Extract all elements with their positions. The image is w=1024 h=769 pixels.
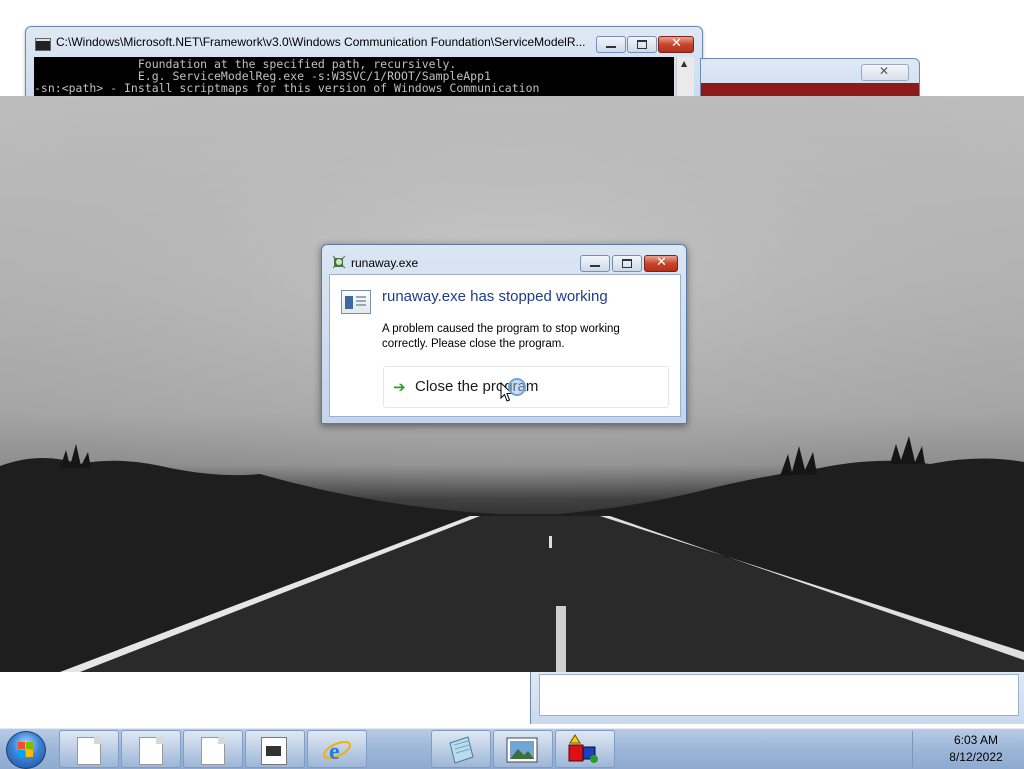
minimize-icon xyxy=(590,265,600,267)
console-icon xyxy=(35,38,51,51)
background-window-lower[interactable] xyxy=(530,672,1024,724)
close-icon: ✕ xyxy=(879,64,890,78)
minimize-icon xyxy=(606,46,616,48)
scroll-up-icon[interactable]: ▲ xyxy=(681,59,687,68)
taskbar-item-notepad[interactable] xyxy=(431,730,491,768)
taskbar-item-shapes-app[interactable] xyxy=(555,730,615,768)
taskbar-item-image-viewer[interactable] xyxy=(493,730,553,768)
document-icon xyxy=(77,737,101,765)
dialog-heading: runaway.exe has stopped working xyxy=(382,288,608,305)
internet-explorer-icon: e xyxy=(323,739,351,765)
document-icon xyxy=(201,737,225,765)
svg-text:e: e xyxy=(329,739,340,765)
background-close-button[interactable]: ✕ xyxy=(861,64,909,81)
close-program-button[interactable]: ➔ Close the program xyxy=(383,366,669,408)
close-icon: ✕ xyxy=(656,255,667,270)
clock-date[interactable]: 8/12/2022 xyxy=(936,750,1016,764)
minimize-button[interactable] xyxy=(596,36,626,53)
taskbar-item-console[interactable] xyxy=(245,730,305,768)
close-icon: ✕ xyxy=(671,36,682,51)
console-line: -sn:<path> - Install scriptmaps for this… xyxy=(34,81,540,95)
dialog-minimize-button[interactable] xyxy=(580,255,610,272)
console-window-title: C:\Windows\Microsoft.NET\Framework\v3.0\… xyxy=(56,35,586,49)
console-app-icon xyxy=(261,737,287,765)
maximize-icon xyxy=(637,40,647,49)
tray-separator xyxy=(912,731,913,767)
background-window-lower-content xyxy=(539,674,1019,716)
image-viewer-icon xyxy=(506,737,538,763)
taskbar-item-internet-explorer[interactable]: e xyxy=(307,730,367,768)
dialog-message: A problem caused the program to stop wor… xyxy=(382,323,620,350)
dialog-maximize-button[interactable] xyxy=(612,255,642,272)
taskbar: e xyxy=(0,728,1024,769)
taskbar-item-document[interactable] xyxy=(121,730,181,768)
close-button[interactable]: ✕ xyxy=(658,36,694,53)
windows-logo-icon xyxy=(18,742,25,749)
maximize-icon xyxy=(622,259,632,268)
notepad-icon xyxy=(449,736,474,764)
busy-spinner-icon xyxy=(508,378,526,396)
document-icon xyxy=(139,737,163,765)
green-arrow-icon: ➔ xyxy=(393,378,406,396)
start-button[interactable] xyxy=(6,731,46,769)
shapes-app-icon xyxy=(568,734,598,763)
taskbar-item-document[interactable] xyxy=(183,730,243,768)
taskbar-item-document[interactable] xyxy=(59,730,119,768)
dialog-close-button[interactable]: ✕ xyxy=(644,255,678,272)
program-error-icon xyxy=(332,255,346,269)
maximize-button[interactable] xyxy=(627,36,657,53)
clock-time[interactable]: 6:03 AM xyxy=(936,733,1016,747)
dialog-title: runaway.exe xyxy=(351,256,419,270)
program-window-icon xyxy=(341,290,371,314)
